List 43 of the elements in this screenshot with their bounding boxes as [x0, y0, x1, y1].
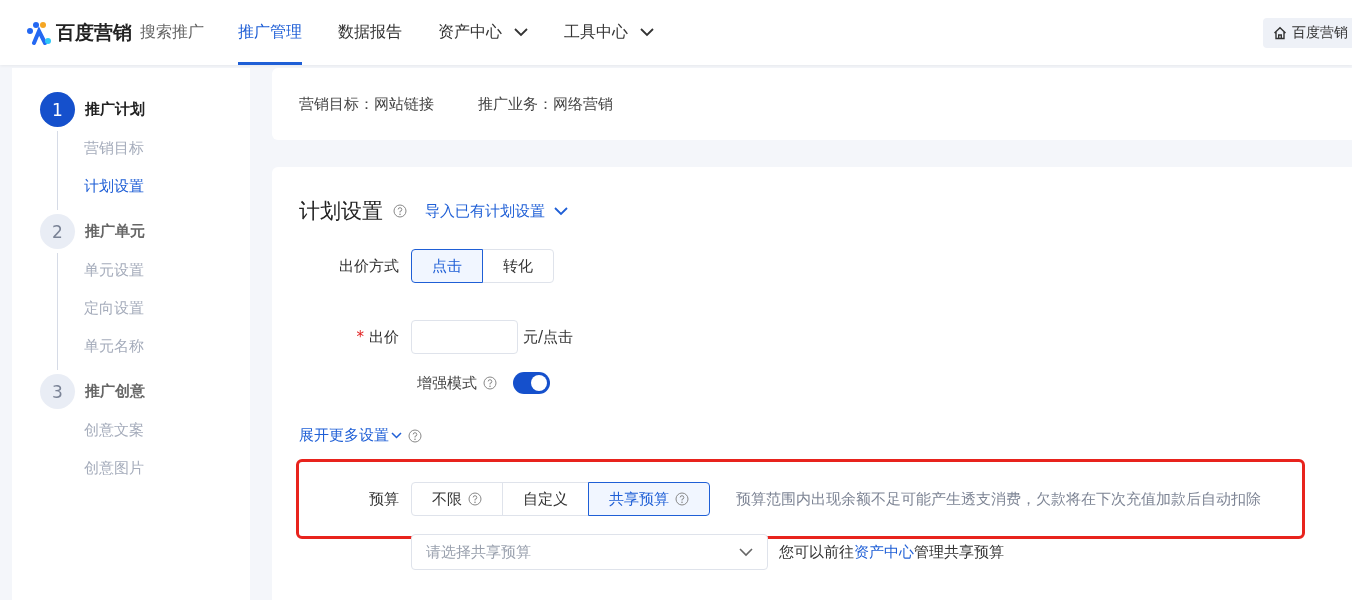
step-number: 2 [40, 214, 75, 249]
field-label: 出价方式 [338, 256, 400, 276]
segment-option[interactable]: 共享预算 [588, 482, 710, 516]
field-label: 增强模式 [417, 373, 477, 393]
help-icon[interactable] [393, 204, 407, 218]
segment-option[interactable]: 不限 [411, 482, 503, 516]
field-label: * 出价 [355, 327, 400, 347]
nav-tab[interactable]: 工具中心 [564, 0, 654, 65]
field-label: 预算 [368, 489, 400, 509]
toggle-switch[interactable] [513, 372, 550, 394]
expand-link[interactable]: 展开更多设置 [299, 426, 402, 445]
step-number: 3 [40, 374, 75, 409]
step-title[interactable]: 推广计划 [85, 100, 145, 119]
help-icon[interactable] [483, 376, 497, 390]
nav-tab[interactable]: 数据报告 [338, 0, 402, 65]
nav-tab[interactable]: 推广管理 [238, 0, 302, 65]
segment-option[interactable]: 转化 [482, 249, 554, 283]
asset-center-link[interactable]: 资产中心 [854, 542, 914, 561]
hint-text: 您可以前往资产中心管理共享预算 [779, 542, 1004, 562]
summary-text: 营销目标：网站链接 [299, 94, 434, 114]
home-button[interactable]: 百度营销 [1263, 17, 1352, 48]
step-number: 1 [40, 92, 75, 127]
segment-option[interactable]: 点击 [411, 249, 483, 283]
chevron-down-icon [391, 432, 402, 439]
section-title: 计划设置 [299, 198, 383, 225]
house-icon [1273, 25, 1287, 40]
unit-text: 元/点击 [523, 327, 574, 347]
segment-option[interactable]: 自定义 [502, 482, 589, 516]
chevron-down-icon [739, 547, 753, 557]
logo-icon [26, 20, 52, 45]
step-subitem[interactable]: 计划设置 [84, 177, 144, 196]
budget-note: 预算范围内出现余额不足可能产生透支消费，欠款将在下次充值加款后自动扣除 [736, 489, 1261, 509]
nav-tab[interactable]: 资产中心 [438, 0, 528, 65]
summary-text: 推广业务：网络营销 [478, 94, 613, 114]
product-name: 搜索推广 [140, 22, 204, 43]
help-icon[interactable] [408, 428, 422, 443]
step-title[interactable]: 推广单元 [85, 222, 145, 241]
bid-input[interactable] [411, 320, 518, 354]
chevron-down-icon [554, 206, 568, 216]
step-title[interactable]: 推广创意 [85, 382, 145, 401]
logo-text: 百度营销 [56, 19, 132, 45]
required-mark: * [356, 327, 364, 346]
import-link[interactable]: 导入已有计划设置 [425, 201, 568, 221]
